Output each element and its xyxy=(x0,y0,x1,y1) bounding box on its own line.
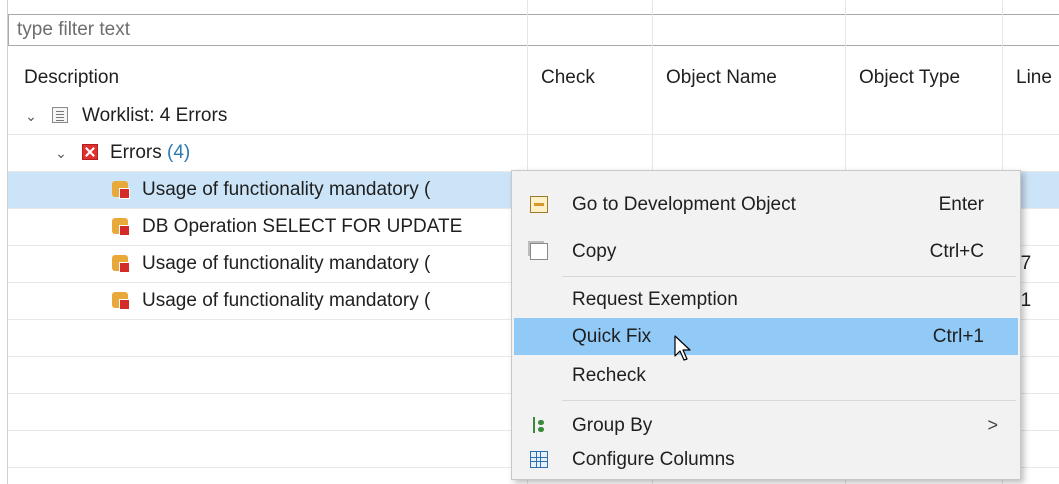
menu-item-configure-columns[interactable]: Configure Columns xyxy=(514,441,1018,478)
menu-item-label: Recheck xyxy=(572,365,646,386)
menu-item-quick-fix[interactable]: Quick Fix Ctrl+1 xyxy=(514,318,1018,355)
menu-item-shortcut: Ctrl+1 xyxy=(932,326,984,347)
worklist-label: Worklist: 4 Errors xyxy=(82,105,228,126)
finding-description: Usage of functionality mandatory ( xyxy=(142,179,431,200)
finding-icon xyxy=(112,218,130,236)
menu-item-label: Request Exemption xyxy=(572,289,738,310)
tree-row-worklist[interactable]: ⌄ Worklist: 4 Errors xyxy=(8,98,1059,135)
column-header-object-name[interactable]: Object Name xyxy=(652,58,845,98)
column-header-object-type[interactable]: Object Type xyxy=(845,58,1002,98)
finding-icon xyxy=(112,255,130,273)
menu-item-recheck[interactable]: Recheck xyxy=(514,357,1018,394)
mouse-cursor-icon xyxy=(674,335,691,361)
column-header: Description Check Object Name Object Typ… xyxy=(8,58,1059,98)
menu-item-label: Go to Development Object xyxy=(572,194,796,215)
errors-count: (4) xyxy=(167,142,191,163)
error-icon xyxy=(82,144,98,160)
finding-icon xyxy=(112,181,130,199)
menu-item-label: Configure Columns xyxy=(572,449,735,470)
column-header-description[interactable]: Description xyxy=(8,58,527,98)
configure-columns-icon xyxy=(530,451,548,468)
errors-label: Errors xyxy=(110,142,162,163)
filter-input[interactable] xyxy=(9,15,1059,45)
errors-group-text: Errors (4) xyxy=(110,135,190,171)
tree-row-errors[interactable]: ⌄ Errors (4) xyxy=(8,135,1059,172)
menu-item-request-exemption[interactable]: Request Exemption xyxy=(514,281,1018,318)
menu-separator xyxy=(562,400,1016,401)
menu-item-group-by[interactable]: Group By > xyxy=(514,407,1018,444)
menu-item-shortcut: Ctrl+C xyxy=(929,241,984,262)
menu-separator xyxy=(562,276,1016,277)
go-to-object-icon xyxy=(530,196,548,213)
column-header-check[interactable]: Check xyxy=(527,58,652,98)
column-header-line[interactable]: Line xyxy=(1002,58,1059,98)
submenu-arrow-icon: > xyxy=(987,415,998,435)
finding-description: Usage of functionality mandatory ( xyxy=(142,290,431,311)
filter-box[interactable] xyxy=(8,14,1059,46)
menu-item-label: Copy xyxy=(572,241,617,262)
menu-item-go-to-development-object[interactable]: Go to Development Object Enter xyxy=(514,186,1018,223)
finding-icon xyxy=(112,292,130,310)
finding-description: Usage of functionality mandatory ( xyxy=(142,253,431,274)
worklist-icon xyxy=(52,107,68,123)
menu-item-label: Quick Fix xyxy=(572,326,652,347)
chevron-down-icon[interactable]: ⌄ xyxy=(54,135,68,171)
chevron-down-icon[interactable]: ⌄ xyxy=(24,98,38,134)
group-by-icon xyxy=(530,417,548,434)
copy-icon xyxy=(530,243,548,260)
menu-item-label: Group By xyxy=(572,415,653,436)
context-menu: Go to Development Object Enter Copy Ctrl… xyxy=(511,170,1021,480)
menu-item-copy[interactable]: Copy Ctrl+C xyxy=(514,233,1018,270)
finding-description: DB Operation SELECT FOR UPDATE xyxy=(142,216,463,237)
menu-item-shortcut: Enter xyxy=(938,194,984,215)
